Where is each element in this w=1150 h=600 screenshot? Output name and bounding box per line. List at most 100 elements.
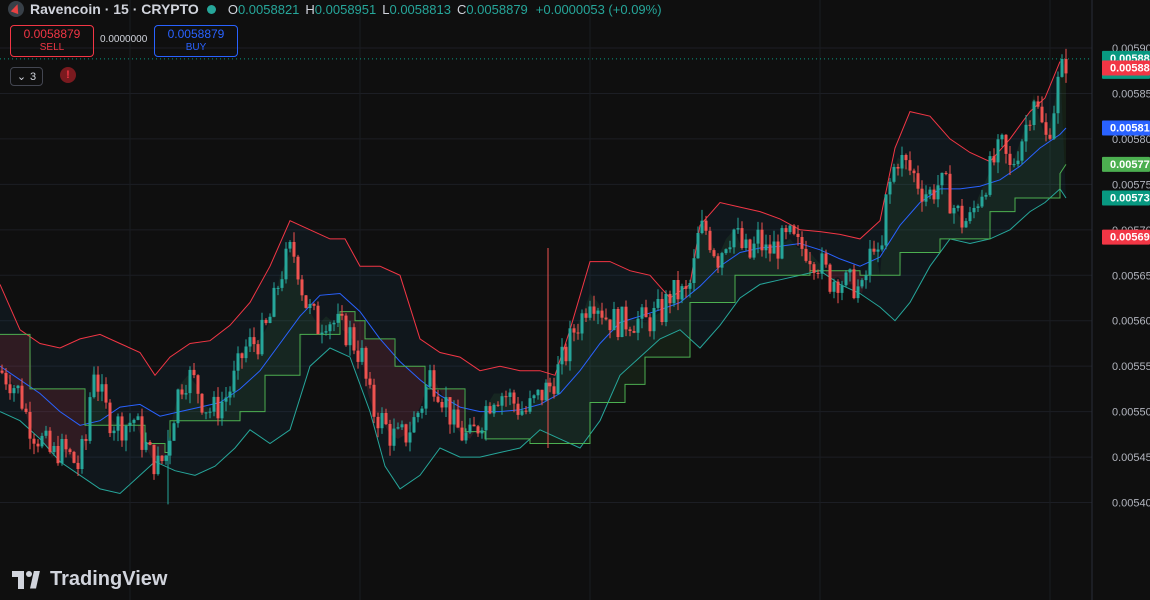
candle-body: [844, 272, 848, 286]
candle-body: [528, 398, 532, 412]
candle-body: [304, 295, 308, 308]
candle-body: [152, 444, 156, 475]
candle-body: [968, 212, 972, 222]
candle-body: [516, 403, 520, 415]
candle-body: [964, 221, 968, 228]
candle-body: [368, 378, 372, 385]
candle-body: [908, 160, 912, 171]
candle-body: [672, 280, 676, 304]
candle-body: [344, 315, 348, 346]
indicators-toggle-button[interactable]: ⌄ 3: [10, 67, 43, 86]
candle-body: [680, 286, 684, 300]
candle-body: [16, 385, 20, 389]
candle-body: [888, 181, 892, 195]
candle-body: [420, 408, 424, 413]
candle-body: [648, 317, 652, 332]
candle-body: [712, 250, 716, 257]
candle-body: [956, 205, 960, 209]
candle-body: [220, 401, 224, 419]
y-tick-label: 0.00565: [1112, 270, 1150, 282]
candle-body: [880, 245, 884, 250]
candle-body: [236, 353, 240, 371]
candle-body: [1048, 134, 1052, 139]
alert-icon[interactable]: !: [60, 67, 76, 83]
candle-body: [1024, 124, 1028, 142]
candle-body: [540, 389, 544, 401]
candle-body: [676, 280, 680, 300]
candle-body: [404, 424, 408, 443]
price-chart[interactable]: 0.005900.005850.005800.005750.005700.005…: [0, 0, 1150, 600]
candle-body: [620, 306, 624, 337]
candle-body: [512, 392, 516, 404]
candle-body: [736, 228, 740, 230]
candle-body: [4, 372, 8, 385]
candle-body: [536, 389, 540, 396]
candle-body: [824, 253, 828, 265]
candle-body: [248, 337, 252, 347]
ravencoin-logo-icon: [8, 1, 24, 17]
candle-body: [48, 430, 52, 452]
candle-body: [636, 318, 640, 333]
candle-body: [828, 264, 832, 292]
candle-body: [300, 279, 304, 296]
candle-body: [40, 435, 44, 447]
candle-body: [288, 242, 292, 249]
candle-body: [208, 411, 212, 413]
y-tick-label: 0.00550: [1112, 407, 1150, 419]
candle-body: [796, 233, 800, 237]
candle-body: [172, 423, 176, 441]
candle-body: [424, 386, 428, 409]
candle-body: [372, 384, 376, 417]
y-tick-label: 0.00580: [1112, 134, 1150, 146]
candle-body: [764, 244, 768, 251]
candle-body: [336, 313, 340, 323]
candle-body: [312, 304, 316, 306]
candle-body: [412, 417, 416, 433]
candle-body: [296, 256, 300, 280]
candle-body: [548, 382, 552, 387]
candle-body: [276, 287, 280, 289]
candle-body: [980, 196, 984, 207]
candle-body: [592, 306, 596, 314]
candle-body: [28, 412, 32, 439]
high-label: H: [305, 1, 315, 17]
candle-body: [384, 413, 388, 425]
candle-body: [500, 396, 504, 406]
candle-body: [452, 409, 456, 425]
sell-button[interactable]: 0.0058879 SELL: [10, 25, 94, 57]
candle-body: [960, 205, 964, 228]
candle-body: [204, 412, 208, 414]
candle-body: [1052, 113, 1056, 139]
candle-body: [936, 185, 940, 200]
candle-body: [508, 392, 512, 397]
candle-body: [340, 313, 344, 316]
candle-body: [832, 281, 836, 292]
candle-body: [460, 427, 464, 441]
candle-body: [292, 242, 296, 257]
candle-body: [408, 432, 412, 443]
candle-body: [928, 189, 932, 195]
candle-body: [572, 328, 576, 333]
candle-body: [860, 280, 864, 287]
candle-body: [948, 173, 952, 214]
candle-body: [604, 317, 608, 320]
symbol-title[interactable]: Ravencoin · 15 · CRYPTO: [30, 1, 199, 17]
candle-body: [664, 294, 668, 322]
candle-body: [696, 233, 700, 259]
candle-body: [144, 442, 148, 450]
candle-body: [504, 396, 508, 398]
candle-body: [780, 228, 784, 259]
price-label-text: 0.00573: [1110, 193, 1150, 205]
candle-body: [520, 410, 524, 415]
spread-value: 0.0000000: [100, 34, 148, 45]
tradingview-logo[interactable]: TradingView: [12, 568, 167, 591]
buy-button[interactable]: 0.0058879 BUY: [154, 25, 238, 57]
price-label-text: 0.00569: [1110, 232, 1150, 244]
candle-body: [804, 248, 808, 261]
market-status-icon: [206, 4, 216, 14]
candle-body: [244, 346, 248, 359]
candle-body: [148, 442, 152, 445]
candle-body: [564, 346, 568, 362]
candle-body: [260, 319, 264, 355]
candle-body: [52, 446, 56, 452]
